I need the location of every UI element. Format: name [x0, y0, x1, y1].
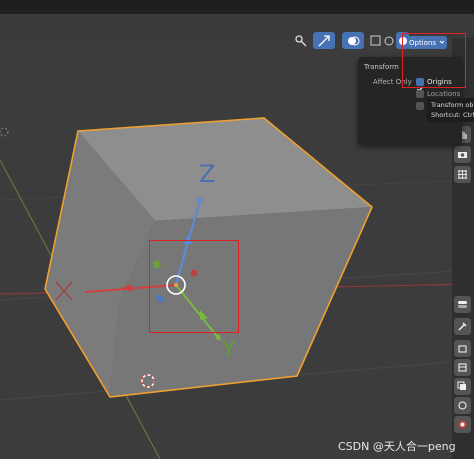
render-icon[interactable]: [454, 340, 471, 357]
world-origin-marker: [0, 127, 9, 137]
watermark: CSDN @天人合一peng: [338, 440, 456, 453]
gizmo-y-handle[interactable]: [215, 334, 221, 340]
properties-toggle-icon[interactable]: [454, 296, 471, 313]
xray-icon[interactable]: [369, 32, 382, 49]
locations-label: Locations: [427, 90, 461, 98]
camera-icon[interactable]: [454, 146, 471, 163]
output-icon[interactable]: [454, 359, 471, 376]
overlay-icon[interactable]: [342, 32, 364, 49]
gizmo-highlight-box: [149, 240, 239, 333]
tooltip: Transform ob Shortcut: Ctrl: [427, 98, 474, 122]
popup-title: Transform: [364, 63, 399, 71]
third-checkbox[interactable]: [416, 102, 424, 110]
gizmo-y-label: Y: [222, 338, 236, 363]
tooltip-line1: Transform ob: [431, 101, 474, 109]
top-bar: [0, 0, 474, 14]
object-origin-icon[interactable]: [290, 32, 312, 49]
view-layer-icon[interactable]: [454, 378, 471, 395]
gizmo-z-label: Z: [199, 160, 216, 188]
wireframe-shading-icon[interactable]: [383, 32, 395, 49]
gizmo-z-handle[interactable]: [197, 197, 203, 203]
tooltip-line2: Shortcut: Ctrl: [431, 111, 474, 119]
gizmo-icon[interactable]: [313, 32, 335, 49]
world-icon[interactable]: [454, 416, 471, 433]
tool-icon[interactable]: [454, 318, 471, 335]
grid-icon[interactable]: [454, 166, 471, 183]
locations-checkbox[interactable]: [416, 90, 424, 98]
scene-icon[interactable]: [454, 397, 471, 414]
options-highlight-box: [402, 33, 466, 88]
